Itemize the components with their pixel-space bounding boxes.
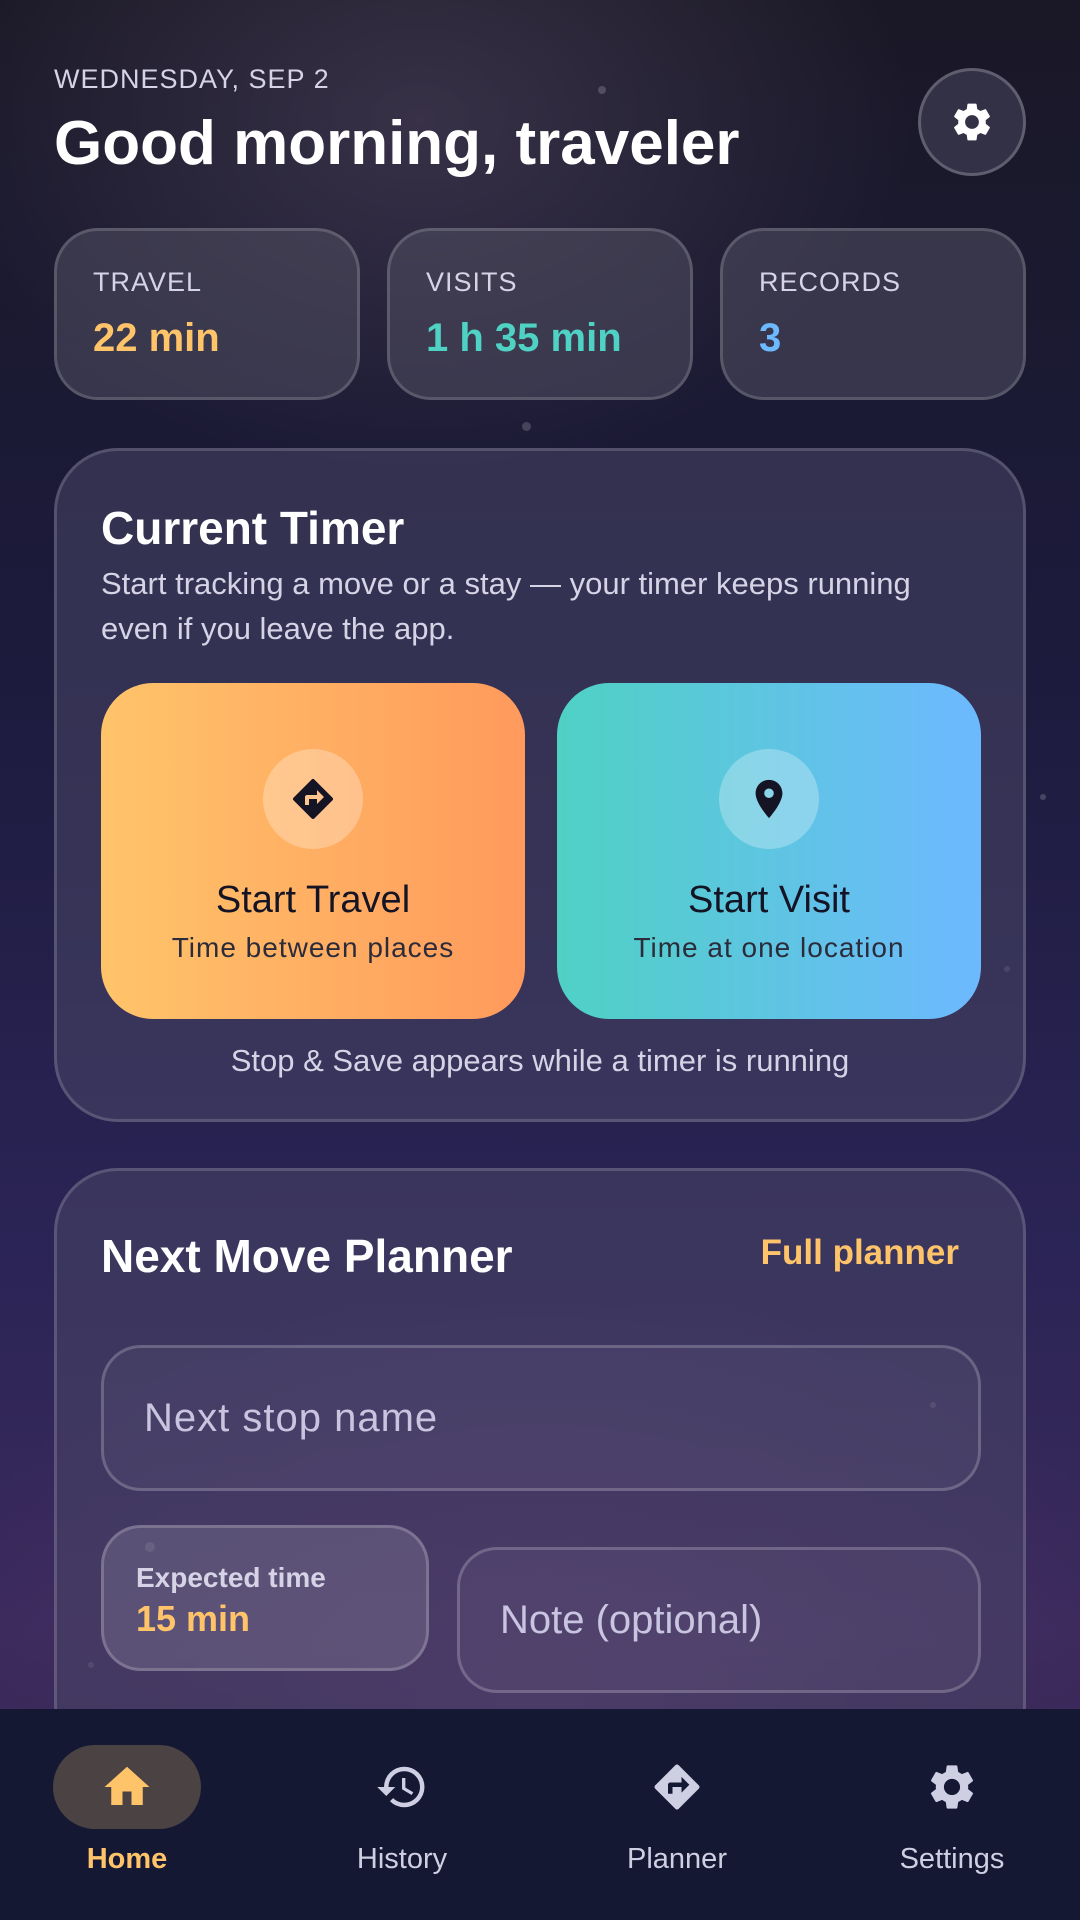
nav-item-history[interactable]: History (302, 1745, 502, 1895)
stat-card-records: RECORDS 3 (720, 228, 1026, 400)
stat-value: 22 min (93, 316, 220, 360)
date-label: WEDNESDAY, SEP 2 (54, 64, 330, 94)
decor-dot (1040, 794, 1046, 800)
page-title: Good morning, traveler (54, 109, 740, 178)
stat-value: 3 (759, 316, 782, 360)
location-pin-icon (755, 779, 783, 819)
nav-pill (53, 1745, 201, 1829)
nav-label: History (356, 1843, 448, 1875)
nav-label: Planner (627, 1843, 727, 1875)
expected-time-field[interactable]: Expected time 15 min (101, 1525, 429, 1671)
stat-value: 1 h 35 min (426, 316, 622, 360)
nav-label: Settings (899, 1843, 1005, 1875)
directions-icon (293, 778, 334, 819)
home-icon (104, 1766, 150, 1805)
nav-item-settings[interactable]: Settings (852, 1745, 1052, 1895)
bottom-nav: Home History Planner Settings (0, 1709, 1080, 1920)
nav-item-home[interactable]: Home (27, 1745, 227, 1895)
stat-card-travel: TRAVEL 22 min (54, 228, 360, 400)
directions-icon (654, 1764, 700, 1810)
start-travel-button[interactable]: Start Travel Time between places (101, 683, 525, 1019)
visit-icon-circle (719, 749, 819, 849)
nav-pill (328, 1745, 476, 1829)
timer-description: Start tracking a move or a stay — your t… (101, 566, 911, 646)
travel-icon-circle (263, 749, 363, 849)
timer-hint: Stop & Save appears while a timer is run… (230, 1043, 850, 1078)
timer-title: Current Timer (101, 502, 405, 554)
start-visit-subtitle: Time at one location (633, 932, 905, 963)
start-travel-subtitle: Time between places (171, 932, 455, 963)
nav-pill (603, 1745, 751, 1829)
nav-pill (878, 1745, 1026, 1829)
expected-time-label: Expected time (136, 1562, 326, 1593)
planner-title: Next Move Planner (101, 1230, 513, 1282)
start-visit-button[interactable]: Start Visit Time at one location (557, 683, 981, 1019)
start-travel-label: Start Travel (215, 879, 411, 921)
decor-dot (522, 422, 531, 431)
nav-item-planner[interactable]: Planner (577, 1745, 777, 1895)
history-icon (377, 1766, 425, 1808)
stat-label: VISITS (426, 267, 518, 297)
gear-icon (954, 103, 990, 141)
settings-button[interactable] (918, 68, 1026, 176)
stat-card-visits: VISITS 1 h 35 min (387, 228, 693, 400)
next-move-planner-card: Next Move Planner Full planner Next stop… (54, 1168, 1026, 1768)
expected-time-value: 15 min (136, 1598, 251, 1639)
note-input[interactable]: Note (optional) (457, 1547, 981, 1693)
current-timer-card: Current Timer Start tracking a move or a… (54, 448, 1026, 1122)
start-visit-label: Start Visit (688, 879, 850, 921)
full-planner-link[interactable]: Full planner (761, 1233, 959, 1273)
stat-label: RECORDS (759, 267, 902, 297)
next-stop-input[interactable]: Next stop name (101, 1345, 981, 1491)
gear-icon (930, 1765, 974, 1809)
decor-dot (598, 86, 606, 94)
nav-label: Home (86, 1843, 168, 1875)
stat-label: TRAVEL (93, 267, 203, 297)
